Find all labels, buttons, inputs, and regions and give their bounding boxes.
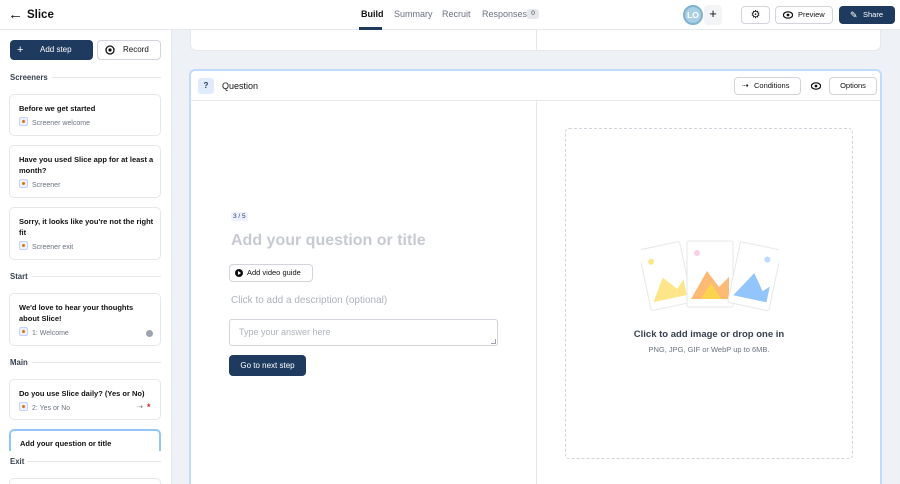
- add-step-label: Add step: [40, 45, 72, 54]
- back-arrow-icon[interactable]: ←: [8, 7, 23, 23]
- tab-responses[interactable]: Responses: [482, 9, 527, 19]
- gear-icon: ⚙: [750, 9, 761, 21]
- options-button[interactable]: Options: [829, 77, 877, 95]
- answer-textarea[interactable]: Type your answer here: [229, 319, 498, 346]
- answer-placeholder: Type your answer here: [239, 327, 331, 337]
- drop-zone-title: Click to add image or drop one in: [633, 329, 785, 340]
- responses-count-badge: 0: [527, 9, 539, 19]
- conditions-button[interactable]: ⇢ Conditions: [734, 77, 801, 95]
- section-exit: Exit: [10, 457, 25, 466]
- question-title-input[interactable]: Add your question or title: [231, 232, 426, 250]
- image-drop-zone[interactable]: Click to add image or drop one in PNG, J…: [565, 128, 853, 459]
- required-star-icon: *: [147, 402, 151, 412]
- step-card[interactable]: Sorry, it looks like you're not the righ…: [9, 207, 161, 260]
- editor-canvas: ? Question ⇢ Conditions Options 3 / 5 Ad…: [172, 30, 900, 484]
- step-card-title: Do you use Slice daily? (Yes or No): [19, 389, 145, 398]
- add-collaborator-icon[interactable]: +: [704, 5, 722, 25]
- question-type-label: Question: [222, 81, 259, 91]
- eye-icon: [810, 82, 822, 90]
- section-divider: [52, 77, 161, 78]
- screener-icon: [19, 117, 28, 126]
- step-card-title: We'd love to hear your thoughts about Sl…: [19, 303, 134, 323]
- previous-step-frame[interactable]: [190, 30, 881, 51]
- resize-handle-icon[interactable]: [491, 339, 496, 344]
- plus-icon: +: [17, 44, 24, 56]
- share-button[interactable]: ✎ Share: [839, 6, 895, 24]
- section-divider: [28, 461, 161, 462]
- logic-icon: ⇢: [137, 404, 143, 411]
- media-indicator-icon: [146, 330, 153, 337]
- question-header: ? Question ⇢ Conditions Options: [191, 71, 880, 101]
- conditions-label: Conditions: [754, 81, 790, 90]
- step-card[interactable]: Before we get started Screener welcome: [9, 94, 161, 136]
- step-card-title: Add your question or title: [20, 439, 112, 448]
- yes-no-icon: [19, 402, 28, 411]
- tab-summary[interactable]: Summary: [394, 9, 433, 19]
- question-icon: ?: [198, 78, 214, 94]
- add-step-button[interactable]: + Add step: [10, 40, 93, 60]
- eye-icon: [783, 11, 793, 19]
- step-card[interactable]: Have you used Slice app for at least a m…: [9, 145, 161, 198]
- step-counter: 3 / 5: [231, 212, 248, 221]
- conditions-icon: ⇢: [742, 81, 749, 90]
- section-divider: [32, 362, 161, 363]
- share-label: Share: [863, 10, 884, 19]
- record-label: Record: [123, 45, 149, 54]
- question-step-frame: ? Question ⇢ Conditions Options 3 / 5 Ad…: [189, 69, 882, 484]
- tab-recruit[interactable]: Recruit: [442, 9, 471, 19]
- add-video-guide-label: Add video guide: [247, 268, 301, 277]
- screener-icon: [19, 241, 28, 250]
- step-card-title: Sorry, it looks like you're not the righ…: [19, 217, 154, 237]
- section-screeners: Screeners: [10, 73, 48, 82]
- avatar[interactable]: LO: [683, 5, 703, 25]
- screener-icon: [19, 179, 28, 188]
- preview-button[interactable]: Preview: [775, 6, 833, 24]
- preview-label: Preview: [798, 10, 825, 19]
- drop-zone-subtitle: PNG, JPG, GIF or WebP up to 6MB.: [648, 345, 770, 354]
- record-icon: [105, 45, 115, 55]
- step-card-meta: Screener welcome: [19, 117, 90, 129]
- step-card[interactable]: [9, 478, 161, 484]
- section-divider: [32, 276, 161, 277]
- add-video-guide-button[interactable]: Add video guide: [229, 264, 313, 282]
- sidebar: + Add step Record Screeners Before we ge…: [0, 30, 172, 484]
- step-card-meta: 1: Welcome: [19, 327, 69, 339]
- app-title: Slice: [27, 9, 54, 21]
- step-card-title: Have you used Slice app for at least a m…: [19, 155, 154, 175]
- section-main: Main: [10, 358, 28, 367]
- settings-button[interactable]: ⚙: [741, 6, 770, 24]
- video-play-icon: [235, 269, 243, 277]
- top-bar: ← Slice Build Summary Recruit Responses …: [0, 0, 900, 30]
- section-start: Start: [10, 272, 28, 281]
- share-icon: ✎: [850, 10, 858, 20]
- record-button[interactable]: Record: [97, 40, 161, 60]
- step-card-title: Before we get started: [19, 104, 96, 113]
- welcome-icon: [19, 327, 28, 336]
- go-to-next-step-button[interactable]: Go to next step: [229, 355, 306, 376]
- step-card-meta: 2: Yes or No: [19, 402, 70, 414]
- panel-divider: [536, 101, 537, 484]
- description-input[interactable]: Click to add a description (optional): [231, 295, 387, 306]
- step-card[interactable]: Do you use Slice daily? (Yes or No) 2: Y…: [9, 379, 161, 420]
- image-placeholder-icon: [641, 240, 779, 312]
- frame-divider: [536, 30, 537, 51]
- step-card[interactable]: We'd love to hear your thoughts about Sl…: [9, 293, 161, 346]
- step-card-meta: Screener: [19, 179, 60, 191]
- step-card-meta: Screener exit: [19, 241, 73, 253]
- tab-build[interactable]: Build: [361, 9, 384, 19]
- visibility-button[interactable]: [806, 77, 826, 95]
